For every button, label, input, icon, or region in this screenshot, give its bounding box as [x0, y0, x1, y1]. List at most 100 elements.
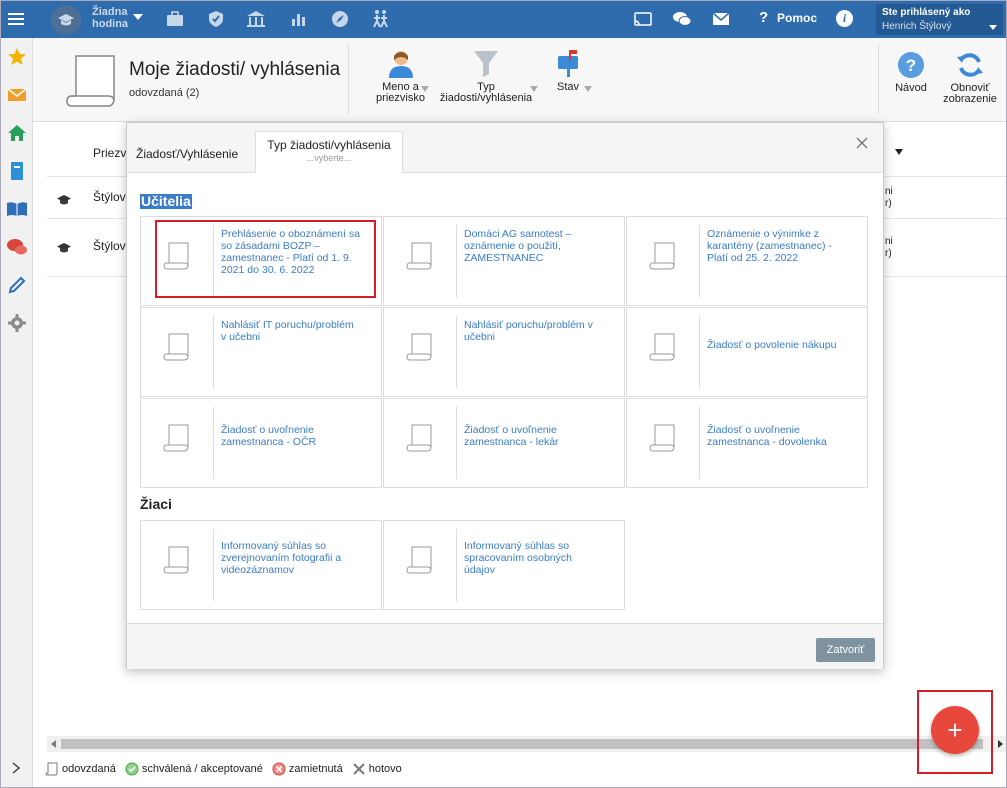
- legend-label: schválená / akceptované: [141, 763, 263, 775]
- divider: [213, 316, 214, 388]
- filter-name[interactable]: Meno a priezvisko: [373, 48, 428, 104]
- request-card-title: Nahlásiť poruchu/problém v učebni: [464, 319, 593, 343]
- user-menu[interactable]: Ste prihlásený ako Henrich Štýlový: [876, 4, 1003, 35]
- chat-bubbles-icon[interactable]: [6, 236, 28, 258]
- legend-approved: schválená / akceptované: [125, 762, 263, 776]
- divider: [348, 44, 349, 114]
- home-icon[interactable]: [6, 122, 28, 144]
- compass-icon[interactable]: [329, 8, 351, 30]
- legend-label: odovzdaná: [62, 763, 116, 775]
- legend-done: hotovo: [352, 762, 402, 776]
- dialog-footer: Zatvoriť: [127, 623, 883, 669]
- dialog-header: Žiadosť/Vyhlásenie Typ žiadosti/vyhlásen…: [127, 123, 883, 173]
- document-scroll-icon: [406, 546, 432, 574]
- pencil-icon[interactable]: [6, 274, 28, 296]
- menu-icon[interactable]: [4, 6, 28, 32]
- chevron-down-icon[interactable]: [530, 86, 538, 92]
- tab-request-kind[interactable]: Typ žiadosti/vyhlásenia ...vyberte...: [255, 131, 403, 173]
- horizontal-scrollbar[interactable]: [47, 736, 1007, 752]
- user-name: Henrich Štýlový: [882, 21, 952, 32]
- row-cell: r): [885, 198, 892, 209]
- help-circle-icon: ?: [898, 52, 924, 78]
- hour-label-line2: hodina: [92, 18, 129, 30]
- request-card[interactable]: Žiadosť o uvoľnenie zamestnanca - OČR: [140, 398, 382, 488]
- request-card[interactable]: Nahlásiť IT poruchu/problém v učebni: [140, 307, 382, 397]
- legend-rejected: zamietnutá: [272, 762, 343, 776]
- request-card[interactable]: Žiadosť o uvoľnenie zamestnanca - dovole…: [626, 398, 868, 488]
- chart-icon[interactable]: [288, 8, 310, 30]
- scroll-right-icon[interactable]: [998, 740, 1003, 748]
- divider: [456, 529, 457, 601]
- divider: [456, 407, 457, 479]
- request-type-dialog: Žiadosť/Vyhlásenie Typ žiadosti/vyhlásen…: [126, 122, 884, 669]
- request-card[interactable]: Žiadosť o uvoľnenie zamestnanca - lekár: [383, 398, 625, 488]
- add-request-button[interactable]: +: [931, 706, 979, 754]
- page-subtitle: odovzdaná (2): [129, 87, 200, 99]
- request-card[interactable]: Informovaný súhlas so spracovaním osobný…: [383, 520, 625, 610]
- help-link[interactable]: Pomoc: [777, 11, 817, 25]
- request-card-title: Informovaný súhlas so spracovaním osobný…: [464, 540, 572, 576]
- document-scroll-icon: [649, 242, 675, 270]
- funnel-icon: [474, 51, 498, 77]
- building-icon[interactable]: [245, 8, 267, 30]
- page-toolbar: Moje žiadosti/ vyhlásenia odovzdaná (2) …: [33, 38, 1007, 122]
- request-card[interactable]: Domáci AG samotest – oznámenie o použití…: [383, 216, 625, 306]
- manual-label: Návod: [895, 82, 927, 94]
- tab-request-type[interactable]: Žiadosť/Vyhlásenie: [136, 147, 238, 161]
- refresh-button[interactable]: Obnoviť zobrazenie: [939, 50, 1001, 105]
- request-card[interactable]: Oznámenie o výnimke z karantény (zamestn…: [626, 216, 868, 306]
- filter-type[interactable]: Typ žiadosti/vyhlásenia: [435, 48, 537, 104]
- mail-icon[interactable]: [710, 8, 732, 30]
- left-sidebar: [0, 38, 33, 788]
- divider: [699, 225, 700, 297]
- request-card[interactable]: Žiadosť o povolenie nákupu: [626, 307, 868, 397]
- filter-state[interactable]: Stav: [548, 48, 588, 93]
- filter-type-label-2: žiadosti/vyhlásenia: [439, 92, 533, 104]
- divider: [456, 225, 457, 297]
- tab-kind-label: Typ žiadosti/vyhlásenia: [267, 138, 391, 152]
- document-scroll-icon: [649, 333, 675, 361]
- info-icon[interactable]: i: [836, 10, 853, 27]
- chevron-down-icon[interactable]: [989, 25, 997, 30]
- star-icon[interactable]: [6, 46, 28, 68]
- open-book-icon[interactable]: [6, 198, 28, 220]
- row-cell: ni: [885, 186, 893, 197]
- column-header-name[interactable]: Priezv: [93, 146, 126, 160]
- people-icon[interactable]: [369, 8, 391, 30]
- row-cell: ni: [885, 236, 893, 247]
- request-card[interactable]: Nahlásiť poruchu/problém v učebni: [383, 307, 625, 397]
- close-icon[interactable]: [855, 136, 869, 150]
- cast-icon[interactable]: [632, 8, 654, 30]
- briefcase-icon[interactable]: [164, 8, 186, 30]
- request-card-title: Žiadosť o uvoľnenie zamestnanca - dovole…: [707, 424, 827, 448]
- logged-in-label: Ste prihlásený ako: [882, 7, 971, 18]
- chevron-down-icon[interactable]: [421, 86, 429, 92]
- chevron-down-icon[interactable]: [133, 14, 143, 20]
- shield-icon[interactable]: [205, 8, 227, 30]
- close-button[interactable]: Zatvoriť: [816, 638, 875, 662]
- document-scroll-icon: [163, 333, 189, 361]
- gear-icon[interactable]: [6, 312, 28, 334]
- graduation-cap-icon: [57, 243, 71, 253]
- x-circle-icon: [272, 762, 286, 776]
- expand-sidebar-icon[interactable]: [9, 761, 23, 775]
- tab-kind-placeholder: ...vyberte...: [306, 153, 352, 163]
- request-card[interactable]: Informovaný súhlas so zverejnovaním foto…: [140, 520, 382, 610]
- svg-text:?: ?: [906, 56, 916, 75]
- sort-caret-icon[interactable]: [895, 149, 903, 155]
- envelope-icon[interactable]: [6, 84, 28, 106]
- current-hour-selector[interactable]: Žiadna hodina: [92, 6, 128, 30]
- request-card-title: Informovaný súhlas so zverejnovaním foto…: [221, 540, 342, 576]
- filter-name-label-2: priezvisko: [376, 92, 425, 104]
- request-card-title: Žiadosť o povolenie nákupu: [707, 339, 837, 351]
- book-icon[interactable]: [6, 160, 28, 182]
- scroll-left-icon[interactable]: [51, 740, 56, 748]
- help-icon[interactable]: ?: [759, 9, 768, 26]
- manual-button[interactable]: ? Návod: [891, 50, 931, 94]
- chat-icon[interactable]: [671, 8, 693, 30]
- divider: [699, 407, 700, 479]
- school-icon[interactable]: [51, 5, 81, 35]
- chevron-down-icon[interactable]: [584, 86, 592, 92]
- scrollbar-thumb[interactable]: [61, 739, 983, 749]
- request-card-title: Žiadosť o uvoľnenie zamestnanca - lekár: [464, 424, 559, 448]
